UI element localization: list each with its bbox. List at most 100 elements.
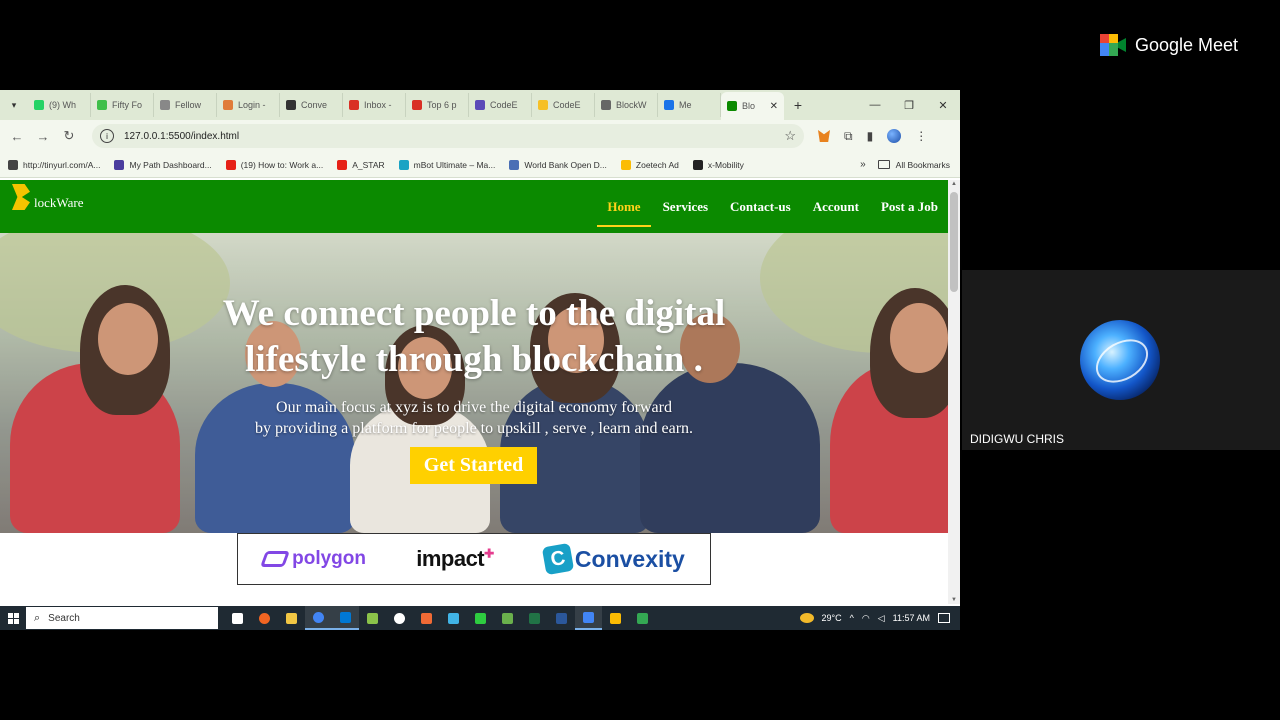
metamask-icon[interactable]	[818, 130, 830, 142]
folder-icon	[877, 160, 890, 169]
taskbar-app-icon[interactable]	[548, 606, 575, 630]
taskbar-app-icon[interactable]	[602, 606, 629, 630]
browser-tab[interactable]: Fellow	[154, 93, 217, 117]
scroll-down-icon[interactable]: ▼	[948, 597, 960, 603]
bookmark-item[interactable]: A_STAR	[337, 159, 385, 170]
taskbar-app-icon[interactable]	[359, 606, 386, 630]
browser-tab[interactable]: Me	[658, 93, 721, 117]
taskbar-app-icon[interactable]	[494, 606, 521, 630]
bookmark-label: x-Mobility	[707, 159, 744, 170]
tab-favicon-icon	[223, 100, 233, 110]
weather-temp[interactable]: 29°C	[822, 613, 842, 623]
weather-icon	[799, 613, 814, 623]
tab-favicon-icon	[538, 100, 548, 110]
bookmark-star-icon[interactable]: ☆	[784, 128, 796, 144]
close-window-button[interactable]: ✕	[926, 99, 960, 112]
bookmark-item[interactable]: World Bank Open D...	[509, 159, 607, 170]
get-started-button[interactable]: Get Started	[410, 447, 537, 484]
taskbar-app-icon[interactable]	[629, 606, 656, 630]
taskbar-apps	[224, 606, 656, 630]
participant-tile[interactable]: DIDIGWU CHRIS	[962, 270, 1280, 450]
taskbar-app-icon[interactable]	[467, 606, 494, 630]
taskbar-app-icon[interactable]	[521, 606, 548, 630]
all-bookmarks-button[interactable]: All Bookmarks	[877, 160, 950, 170]
convexity-text: Convexity	[574, 545, 685, 572]
volume-icon[interactable]: ◁	[878, 613, 885, 624]
bookmark-item[interactable]: (19) How to: Work a...	[225, 159, 323, 170]
impact-text: impact	[416, 546, 485, 571]
taskbar-app-icon[interactable]	[251, 606, 278, 630]
url-text[interactable]: 127.0.0.1:5500/index.html	[124, 131, 239, 142]
minimize-button[interactable]: —	[858, 99, 892, 112]
browser-tab[interactable]: Top 6 p	[406, 93, 469, 117]
tab-active[interactable]: Blo ✕	[721, 92, 784, 120]
taskbar-app-icon[interactable]	[305, 606, 332, 630]
bookmark-item[interactable]: mBot Ultimate – Ma...	[398, 159, 495, 170]
taskbar-search[interactable]: ⌕ Search	[26, 607, 218, 629]
tab-label: Me	[679, 100, 692, 110]
nav-contact[interactable]: Contact-us	[730, 180, 791, 233]
taskbar-app-icon[interactable]	[440, 606, 467, 630]
tab-close-icon[interactable]: ✕	[770, 101, 778, 112]
page-scrollbar[interactable]: ▲ ▼	[948, 180, 960, 604]
taskbar-app-icon[interactable]	[278, 606, 305, 630]
forward-icon[interactable]: →	[30, 129, 56, 144]
bookmarks-overflow-icon[interactable]: »	[860, 159, 866, 170]
system-tray: 29°C ^ ◠ ◁ 11:57 AM	[799, 613, 960, 624]
browser-tab[interactable]: Inbox -	[343, 93, 406, 117]
side-panel-icon[interactable]: ▮	[867, 129, 874, 143]
tray-chevron-icon[interactable]: ^	[850, 613, 854, 623]
new-tab-button[interactable]: +	[784, 97, 812, 113]
nav-services[interactable]: Services	[663, 180, 708, 233]
back-icon[interactable]: ←	[4, 129, 30, 144]
tab-label: Login -	[238, 100, 266, 110]
extensions-puzzle-icon[interactable]: ⧉	[844, 129, 853, 144]
browser-tab[interactable]: CodeE	[469, 93, 532, 117]
site-logo[interactable]: lockWare	[12, 184, 83, 212]
menu-kebab-icon[interactable]: ⋮	[915, 129, 927, 143]
address-bar[interactable]: i 127.0.0.1:5500/index.html ☆	[92, 124, 804, 148]
wifi-icon[interactable]: ◠	[862, 613, 870, 624]
tab-search-icon[interactable]: ▾	[0, 90, 28, 120]
tab-strip: ▾ (9) Wh Fifty Fo Fellow Login - Conve Inbox …	[0, 90, 960, 120]
bookmark-item[interactable]: x-Mobility	[692, 159, 744, 170]
taskbar-app-icon[interactable]	[575, 606, 602, 630]
nav-post-job[interactable]: Post a Job	[881, 180, 938, 233]
windows-taskbar: ⌕ Search 29°C ^ ◠ ◁ 11:57 AM	[0, 606, 960, 630]
tab-favicon-icon	[97, 100, 107, 110]
browser-tab[interactable]: Fifty Fo	[91, 93, 154, 117]
taskbar-app-icon[interactable]	[413, 606, 440, 630]
tab-label: CodeE	[553, 100, 581, 110]
browser-tab[interactable]: CodeE	[532, 93, 595, 117]
hero-title-line: We connect people to the digital	[222, 293, 726, 334]
restore-button[interactable]: ❐	[892, 99, 926, 112]
google-meet-icon	[1100, 34, 1126, 56]
reload-icon[interactable]: ↻	[56, 128, 82, 144]
taskbar-app-icon[interactable]	[386, 606, 413, 630]
app-glyph-icon	[475, 612, 486, 624]
taskbar-app-icon[interactable]	[332, 606, 359, 630]
scroll-up-icon[interactable]: ▲	[948, 181, 960, 187]
profile-globe-icon[interactable]	[887, 129, 902, 143]
bookmark-item[interactable]: http://tinyurl.com/A...	[8, 159, 100, 170]
bookmark-item[interactable]: My Path Dashboard...	[114, 159, 212, 170]
scrollbar-thumb[interactable]	[950, 192, 958, 292]
app-glyph-icon	[259, 612, 270, 624]
taskbar-app-icon[interactable]	[224, 606, 251, 630]
nav-account[interactable]: Account	[813, 180, 859, 233]
tab-favicon-icon	[349, 100, 359, 110]
site-info-icon[interactable]: i	[100, 129, 114, 143]
windows-start-icon[interactable]	[0, 606, 26, 630]
app-glyph-icon	[367, 612, 378, 624]
tab-favicon-icon	[160, 100, 170, 110]
browser-tab[interactable]: Login -	[217, 93, 280, 117]
browser-tab[interactable]: (9) Wh	[28, 93, 91, 117]
nav-home[interactable]: Home	[597, 180, 651, 233]
browser-tab[interactable]: BlockW	[595, 93, 658, 117]
notifications-icon[interactable]	[938, 613, 950, 623]
browser-tab[interactable]: Conve	[280, 93, 343, 117]
bookmark-item[interactable]: Zoetech Ad	[620, 159, 679, 170]
site-menu: Home Services Contact-us Account Post a …	[585, 180, 938, 233]
clock[interactable]: 11:57 AM	[893, 613, 930, 623]
tab-label: BlockW	[616, 100, 647, 110]
